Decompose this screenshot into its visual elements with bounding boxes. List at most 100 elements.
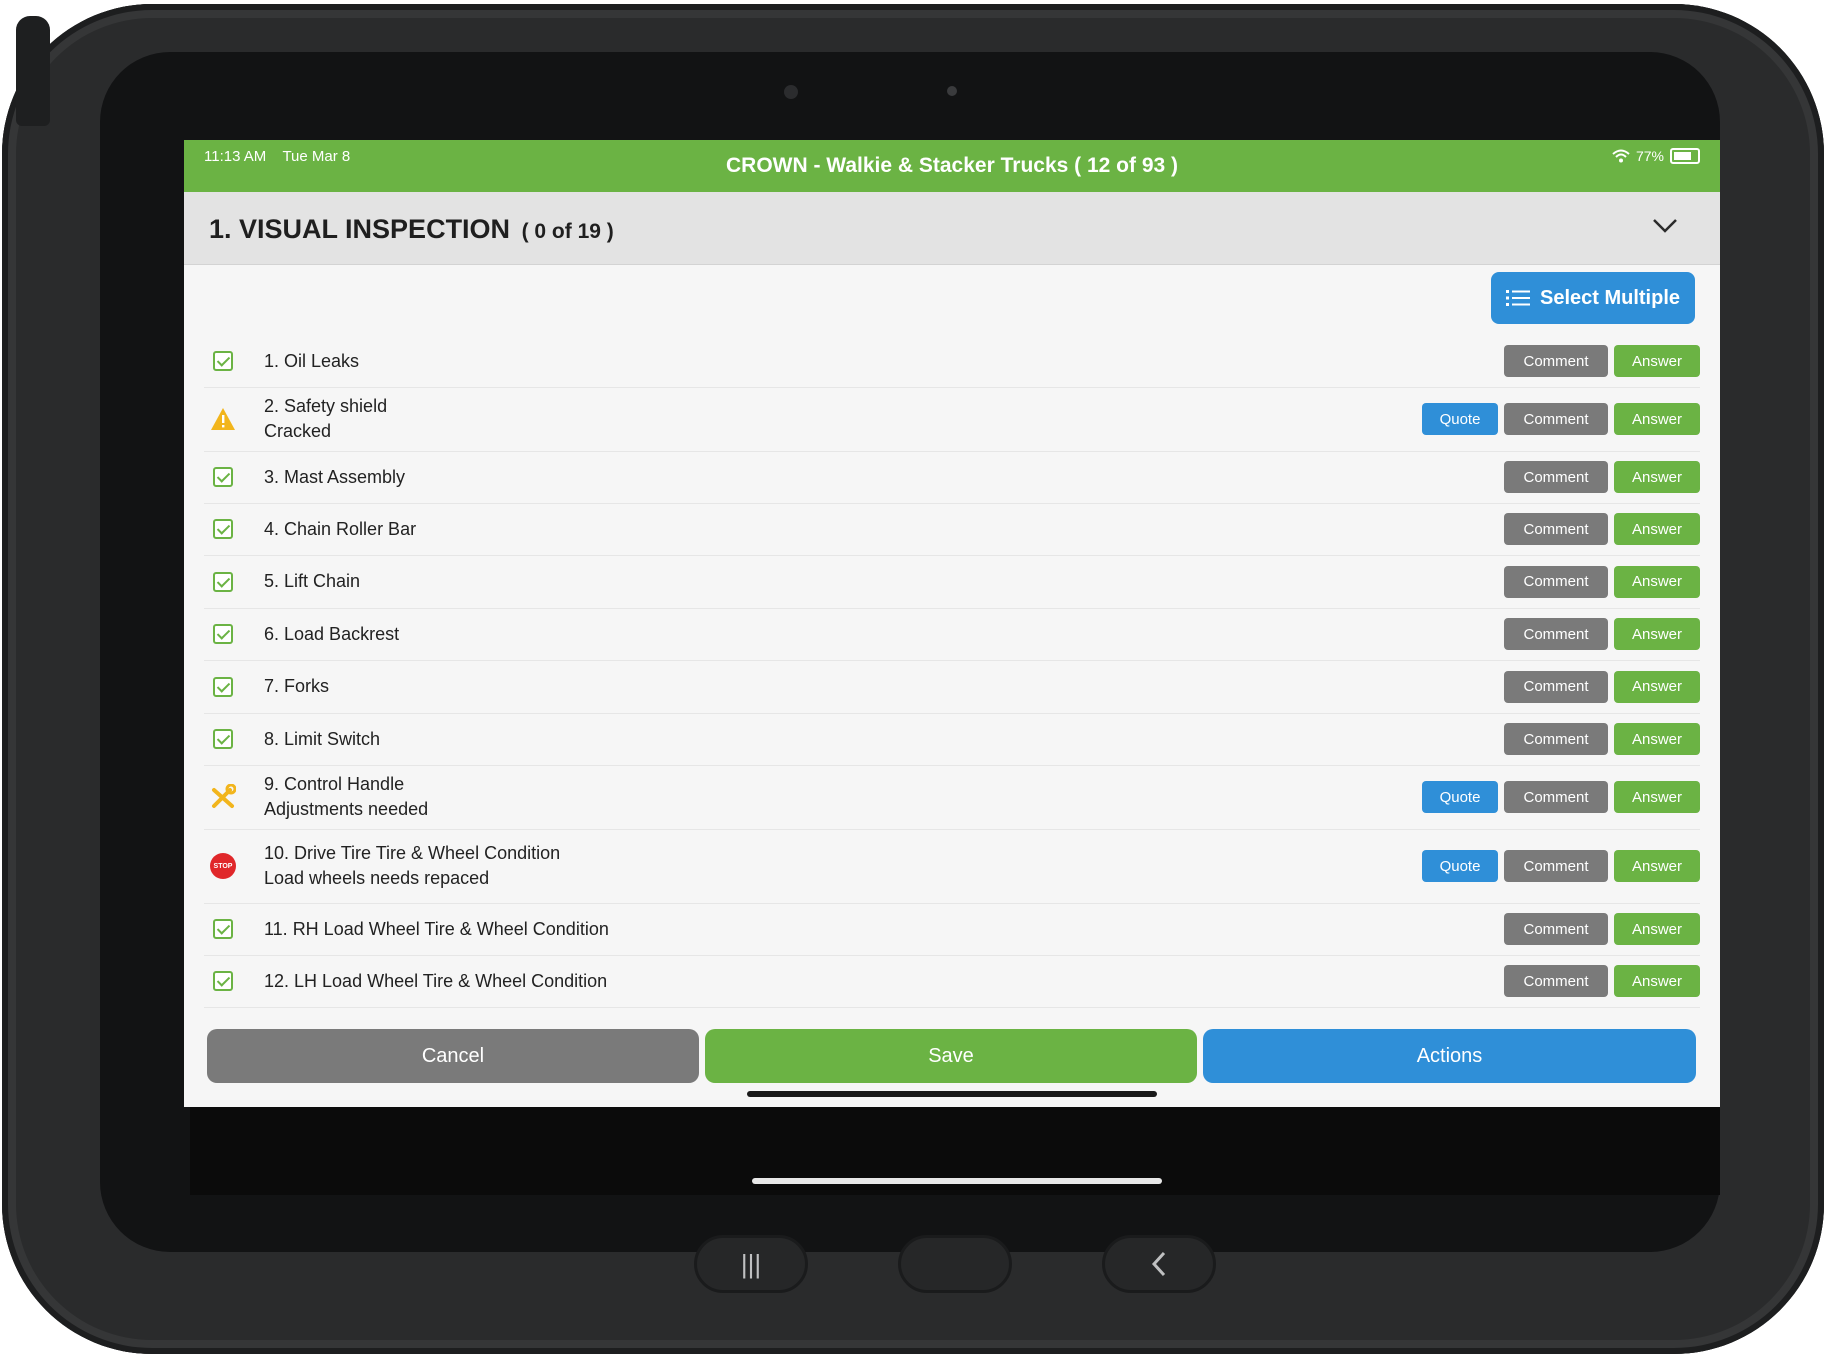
answer-button[interactable]: Answer — [1614, 403, 1700, 435]
answer-button[interactable]: Answer — [1614, 723, 1700, 755]
item-note: Cracked — [264, 421, 332, 441]
wrench-icon[interactable] — [210, 784, 236, 810]
comment-button[interactable]: Comment — [1504, 618, 1608, 650]
item-actions: Comment Answer — [1504, 723, 1700, 755]
checkbox-checked-icon[interactable] — [210, 726, 236, 752]
comment-button[interactable]: Comment — [1504, 723, 1608, 755]
answer-button[interactable]: Answer — [1614, 965, 1700, 997]
list-item[interactable]: 7. Forks Comment Answer — [204, 660, 1700, 714]
list-item[interactable]: 1. Oil Leaks Comment Answer — [204, 335, 1700, 388]
quote-button[interactable]: Quote — [1422, 781, 1498, 813]
warning-icon[interactable] — [210, 406, 236, 432]
list-item[interactable]: 11. RH Load Wheel Tire & Wheel Condition… — [204, 903, 1700, 956]
comment-button[interactable]: Comment — [1504, 513, 1608, 545]
list-item[interactable]: 4. Chain Roller Bar Comment Answer — [204, 503, 1700, 556]
checkbox-checked-icon[interactable] — [210, 968, 236, 994]
checkbox-checked-icon[interactable] — [210, 516, 236, 542]
list-item[interactable]: 3. Mast Assembly Comment Answer — [204, 451, 1700, 504]
section-count: ( 0 of 19 ) — [521, 220, 614, 243]
actions-button[interactable]: Actions — [1203, 1029, 1696, 1083]
checkbox-checked-icon[interactable] — [210, 621, 236, 647]
save-button[interactable]: Save — [705, 1029, 1197, 1083]
item-text: 12. LH Load Wheel Tire & Wheel Condition — [264, 969, 607, 994]
section-title: 1. VISUAL INSPECTION ( 0 of 19 ) — [209, 214, 614, 245]
home-button[interactable] — [898, 1235, 1012, 1293]
item-actions: Comment Answer — [1504, 565, 1700, 598]
item-text: 7. Forks — [264, 674, 329, 699]
item-actions: Comment Answer — [1504, 670, 1700, 703]
comment-button[interactable]: Comment — [1504, 781, 1608, 813]
item-actions: Comment Answer — [1504, 461, 1700, 493]
answer-button[interactable]: Answer — [1614, 781, 1700, 813]
comment-button[interactable]: Comment — [1504, 670, 1608, 703]
answer-button[interactable]: Answer — [1614, 461, 1700, 493]
back-button[interactable] — [1102, 1235, 1216, 1293]
quote-button[interactable]: Quote — [1422, 403, 1498, 435]
comment-button[interactable]: Comment — [1504, 913, 1608, 945]
checkbox-checked-icon[interactable] — [210, 674, 236, 700]
answer-button[interactable]: Answer — [1614, 565, 1700, 598]
answer-button[interactable]: Answer — [1614, 850, 1700, 882]
list-item[interactable]: 8. Limit Switch Comment Answer — [204, 713, 1700, 766]
answer-button[interactable]: Answer — [1614, 670, 1700, 703]
comment-button[interactable]: Comment — [1504, 461, 1608, 493]
item-text: 1. Oil Leaks — [264, 349, 359, 374]
comment-button[interactable]: Comment — [1504, 965, 1608, 997]
sensor — [947, 86, 957, 96]
list-item[interactable]: 5. Lift Chain Comment Answer — [204, 555, 1700, 609]
item-actions: Quote Comment Answer — [1422, 781, 1700, 813]
item-note: Adjustments needed — [264, 799, 429, 819]
status-icons: 77% — [1612, 148, 1700, 164]
item-text: 2. Safety shield Cracked — [264, 394, 387, 444]
item-actions: Comment Answer — [1504, 913, 1700, 945]
checkbox-checked-icon[interactable] — [210, 569, 236, 595]
app-home-indicator — [747, 1091, 1157, 1097]
item-label: 12. LH Load Wheel Tire & Wheel Condition — [264, 970, 608, 991]
answer-button[interactable]: Answer — [1614, 513, 1700, 545]
item-label: 5. Lift Chain — [264, 571, 361, 591]
battery-icon — [1670, 148, 1700, 164]
page-title: CROWN - Walkie & Stacker Trucks ( 12 of … — [725, 154, 1179, 177]
item-label: 6. Load Backrest — [264, 623, 400, 644]
quote-button[interactable]: Quote — [1422, 850, 1498, 882]
recent-apps-icon: ||| — [740, 1248, 762, 1279]
item-label: 9. Control Handle — [264, 774, 405, 794]
item-actions: Comment Answer — [1504, 513, 1700, 545]
list-item[interactable]: STOP 10. Drive Tire Tire & Wheel Conditio… — [204, 829, 1700, 904]
list-item[interactable]: 6. Load Backrest Comment Answer — [204, 608, 1700, 661]
front-camera — [784, 85, 798, 99]
chevron-down-icon[interactable] — [1650, 210, 1680, 240]
answer-button[interactable]: Answer — [1614, 618, 1700, 650]
list-item[interactable]: 2. Safety shield Cracked Quote Comment Answe… — [204, 387, 1700, 452]
list-item[interactable]: 9. Control Handle Adjustments needed Quote… — [204, 765, 1700, 830]
recent-apps-button[interactable]: ||| — [694, 1235, 808, 1293]
battery-percent: 77% — [1635, 148, 1664, 164]
section-header[interactable]: 1. VISUAL INSPECTION ( 0 of 19 ) — [184, 192, 1720, 265]
comment-button[interactable]: Comment — [1504, 565, 1608, 598]
comment-button[interactable]: Comment — [1504, 403, 1608, 435]
item-actions: Quote Comment Answer — [1422, 850, 1700, 882]
answer-button[interactable]: Answer — [1614, 345, 1700, 377]
system-home-indicator — [752, 1178, 1162, 1184]
checkbox-checked-icon[interactable] — [210, 464, 236, 490]
stop-icon[interactable]: STOP — [210, 853, 236, 879]
checkbox-checked-icon[interactable] — [210, 916, 236, 942]
item-actions: Quote Comment Answer — [1422, 403, 1700, 435]
list-item[interactable]: 12. LH Load Wheel Tire & Wheel Condition… — [204, 955, 1700, 1008]
item-text: 9. Control Handle Adjustments needed — [264, 772, 428, 822]
comment-button[interactable]: Comment — [1504, 345, 1608, 377]
checkbox-checked-icon[interactable] — [210, 348, 236, 374]
back-icon — [1151, 1251, 1166, 1277]
answer-button[interactable]: Answer — [1614, 913, 1700, 945]
list-icon — [1505, 290, 1530, 306]
item-label: 11. RH Load Wheel Tire & Wheel Condition — [264, 918, 609, 939]
item-text: 8. Limit Switch — [264, 727, 380, 752]
comment-button[interactable]: Comment — [1504, 850, 1608, 882]
item-actions: Comment Answer — [1504, 965, 1700, 997]
item-text: 3. Mast Assembly — [264, 465, 405, 490]
item-label: 4. Chain Roller Bar — [264, 518, 417, 539]
select-multiple-button[interactable]: Select Multiple — [1491, 272, 1695, 324]
item-label: 2. Safety shield — [264, 396, 388, 416]
app-screen: 11:13 AM Tue Mar 8 CROWN - Walkie & Stac… — [184, 140, 1720, 1107]
cancel-button[interactable]: Cancel — [207, 1029, 699, 1083]
